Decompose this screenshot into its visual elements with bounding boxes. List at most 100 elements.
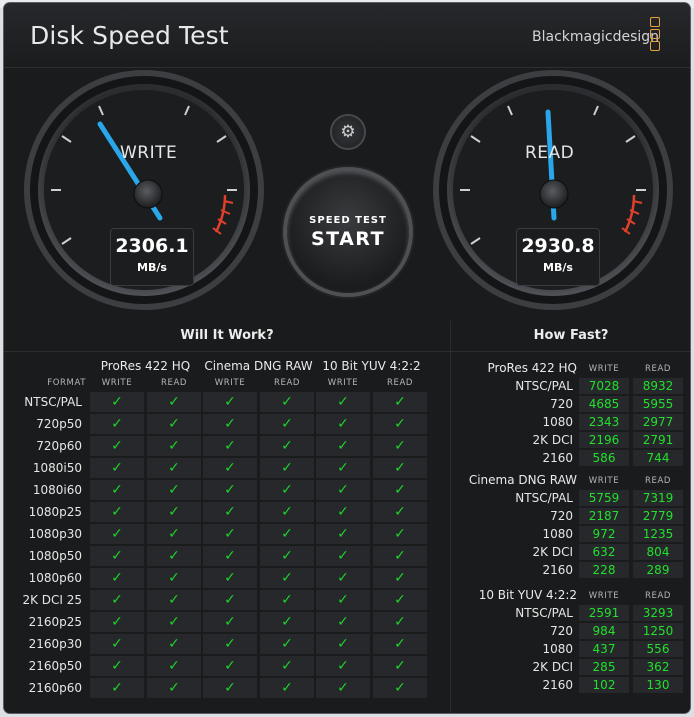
check-cell: ✓	[203, 414, 257, 434]
check-cell: ✓	[90, 568, 144, 588]
format-row-label: 2K DCI 25	[22, 593, 82, 607]
check-cell: ✓	[260, 458, 314, 478]
check-cell: ✓	[90, 590, 144, 610]
read-speed-unit: MB/s	[543, 261, 573, 274]
check-cell: ✓	[316, 458, 370, 478]
read-speed-cell: 8932	[633, 378, 683, 394]
write-speed-cell: 5759	[579, 490, 629, 506]
how-fast-row-label: NTSC/PAL	[515, 606, 573, 620]
how-fast-write-label: WRITE	[588, 591, 620, 601]
check-cell: ✓	[203, 524, 257, 544]
read-speed-cell: 289	[633, 562, 683, 578]
write-readout: 2306.1 MB/s	[110, 228, 194, 286]
check-cell: ✓	[147, 480, 201, 500]
codec-header: Cinema DNG RAW	[204, 359, 313, 373]
check-cell: ✓	[147, 392, 201, 412]
check-cell: ✓	[147, 612, 201, 632]
format-row-label: 1080p25	[28, 505, 82, 519]
check-cell: ✓	[147, 678, 201, 698]
format-column-label: FORMAT	[47, 378, 86, 388]
how-fast-row-label: 720	[550, 624, 573, 638]
start-button-caption: SPEED TEST	[309, 215, 387, 226]
read-speed-cell: 7319	[633, 490, 683, 506]
check-cell: ✓	[316, 502, 370, 522]
check-cell: ✓	[90, 546, 144, 566]
write-speed-cell: 984	[579, 623, 629, 639]
check-cell: ✓	[90, 678, 144, 698]
read-speed-cell: 556	[633, 641, 683, 657]
brand-logo-icon	[650, 17, 660, 53]
gauge-area: WRITE READ 2306.1 MB/s 2930.8 MB/s ⚙ SPE…	[4, 68, 690, 321]
read-speed-cell: 130	[633, 677, 683, 693]
check-cell: ✓	[147, 458, 201, 478]
how-fast-row-label: 1080	[542, 642, 573, 656]
check-cell: ✓	[90, 656, 144, 676]
how-fast-row-label: 2K DCI	[532, 660, 573, 674]
check-cell: ✓	[203, 656, 257, 676]
check-cell: ✓	[260, 502, 314, 522]
check-cell: ✓	[316, 392, 370, 412]
title-bar: Disk Speed Test Blackmagicdesign	[4, 3, 690, 68]
how-fast-read-label: READ	[644, 364, 672, 374]
format-row-label: 1080p30	[28, 527, 82, 541]
check-cell: ✓	[147, 634, 201, 654]
check-cell: ✓	[373, 436, 427, 456]
check-cell: ✓	[373, 590, 427, 610]
check-cell: ✓	[316, 634, 370, 654]
codec-header: 10 Bit YUV 4:2:2	[322, 359, 421, 373]
write-speed-cell: 632	[579, 544, 629, 560]
write-speed-cell: 4685	[579, 396, 629, 412]
check-cell: ✓	[203, 568, 257, 588]
check-cell: ✓	[316, 590, 370, 610]
check-cell: ✓	[316, 436, 370, 456]
write-speed-cell: 102	[579, 677, 629, 693]
gear-icon: ⚙	[340, 122, 356, 142]
format-row-label: 2160p50	[28, 659, 82, 673]
check-cell: ✓	[373, 612, 427, 632]
check-cell: ✓	[90, 502, 144, 522]
check-cell: ✓	[260, 436, 314, 456]
check-cell: ✓	[147, 502, 201, 522]
how-fast-read-label: READ	[644, 476, 672, 486]
check-cell: ✓	[260, 546, 314, 566]
how-fast-codec: 10 Bit YUV 4:2:2	[478, 588, 577, 602]
read-speed-cell: 2791	[633, 432, 683, 448]
check-cell: ✓	[316, 568, 370, 588]
speed-test-start-button[interactable]: SPEED TEST START	[287, 171, 409, 293]
how-fast-row-label: 2K DCI	[532, 545, 573, 559]
check-cell: ✓	[260, 590, 314, 610]
format-row-label: 2160p30	[28, 637, 82, 651]
read-speed-cell: 1235	[633, 526, 683, 542]
read-gauge-label: READ	[525, 143, 575, 163]
check-cell: ✓	[316, 678, 370, 698]
read-speed-cell: 362	[633, 659, 683, 675]
format-row-label: 1080p50	[28, 549, 82, 563]
check-cell: ✓	[373, 546, 427, 566]
format-row-label: NTSC/PAL	[24, 395, 82, 409]
check-cell: ✓	[90, 436, 144, 456]
check-cell: ✓	[147, 414, 201, 434]
format-row-label: 1080i50	[32, 461, 82, 475]
format-row-label: 720p60	[36, 439, 82, 453]
check-cell: ✓	[90, 414, 144, 434]
check-cell: ✓	[203, 590, 257, 610]
check-cell: ✓	[203, 612, 257, 632]
check-cell: ✓	[147, 524, 201, 544]
check-cell: ✓	[147, 546, 201, 566]
how-fast-write-label: WRITE	[588, 476, 620, 486]
read-speed-cell: 2977	[633, 414, 683, 430]
check-cell: ✓	[373, 568, 427, 588]
write-speed-cell: 285	[579, 659, 629, 675]
check-cell: ✓	[90, 458, 144, 478]
format-row-label: 2160p60	[28, 681, 82, 695]
app-title: Disk Speed Test	[30, 21, 229, 50]
read-column-label: READ	[160, 378, 188, 388]
check-cell: ✓	[316, 656, 370, 676]
write-speed-cell: 437	[579, 641, 629, 657]
check-cell: ✓	[90, 480, 144, 500]
write-speed-cell: 586	[579, 450, 629, 466]
settings-button[interactable]: ⚙	[332, 116, 364, 148]
check-cell: ✓	[90, 612, 144, 632]
read-speed-cell: 744	[633, 450, 683, 466]
check-cell: ✓	[147, 590, 201, 610]
